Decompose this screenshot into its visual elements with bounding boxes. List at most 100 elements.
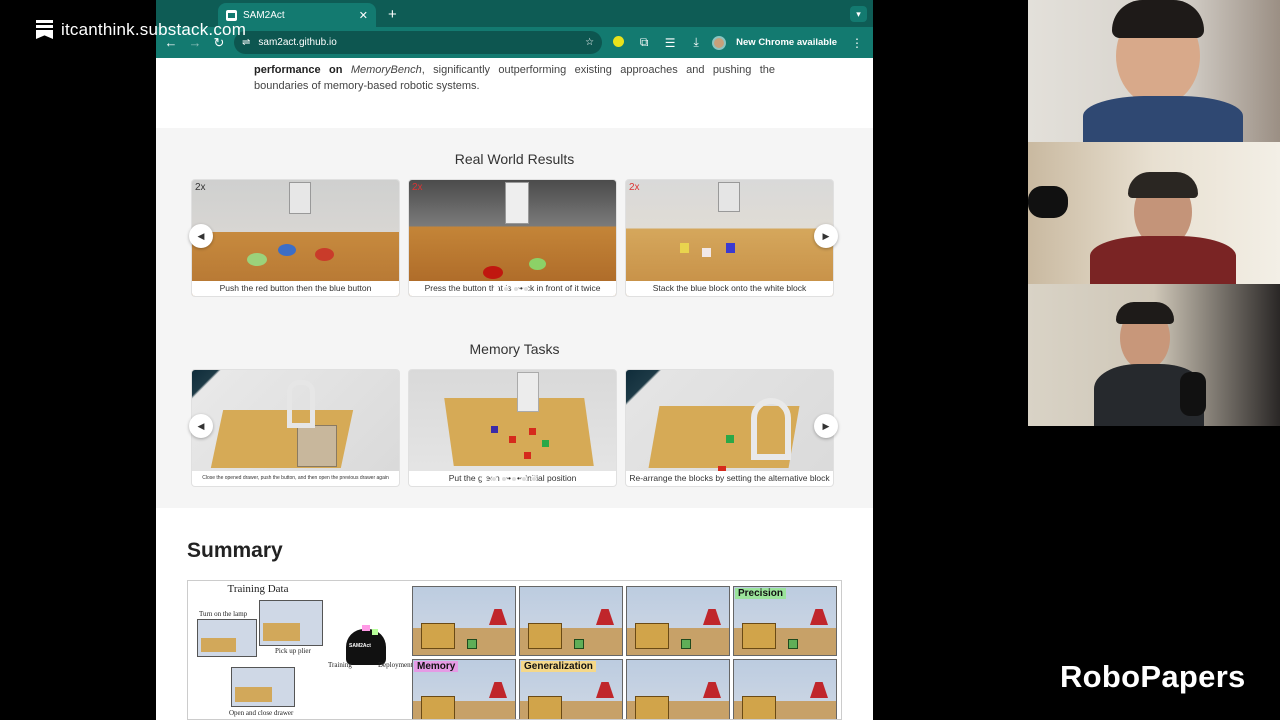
robot-arm — [751, 398, 791, 460]
carousel-dot[interactable] — [493, 286, 499, 292]
deploy-frame — [519, 586, 623, 656]
chrome-update-button[interactable]: New Chrome available — [732, 37, 841, 48]
task-label-drawer: Open and close drawer — [229, 709, 294, 717]
task-label-plier: Pick up plier — [275, 647, 311, 655]
block-prop — [542, 440, 549, 447]
participant-shirt — [1090, 236, 1236, 284]
deploy-frame-precision: Precision — [733, 586, 837, 656]
menu-kebab-icon[interactable]: ⋮ — [847, 36, 867, 50]
participant-hair — [1128, 172, 1198, 198]
training-thumb — [231, 667, 295, 707]
speed-label: 2x — [195, 182, 206, 193]
carousel-dots — [493, 286, 529, 292]
drawer-prop — [297, 425, 337, 467]
generalization-tag: Generalization — [521, 661, 596, 672]
real-world-video-3[interactable]: 2x Stack the blue block onto the white b… — [625, 179, 834, 297]
memory-tasks-carousel: Close the opened drawer, push the button… — [189, 369, 841, 487]
participant-video-2 — [1028, 142, 1280, 284]
deploy-frame — [412, 586, 516, 656]
carousel-dot[interactable] — [503, 286, 509, 292]
video-call-stage: itcanthink.substack.com SAM2Act ✕ + ▾ ← … — [0, 0, 1280, 720]
model-head-icon: SAM2Act — [346, 625, 386, 665]
participant-video-3 — [1028, 284, 1280, 426]
robot-gripper — [289, 182, 311, 214]
carousel-prev-button[interactable]: ◀ — [189, 224, 213, 248]
abstract-paragraph: performance on MemoryBench, significantl… — [254, 62, 775, 94]
training-thumb — [259, 600, 323, 646]
robopapers-brand: RoboPapers — [1060, 659, 1246, 694]
memory-video-3[interactable]: Re-arrange the blocks by setting the alt… — [625, 369, 834, 487]
training-data-label: Training Data — [227, 583, 289, 595]
training-thumb — [197, 619, 257, 657]
carousel-dot[interactable] — [491, 476, 497, 482]
memory-tasks-title: Memory Tasks — [469, 341, 560, 357]
browser-window: SAM2Act ✕ + ▾ ← → ↻ ⇌ sam2act.github.io … — [156, 0, 873, 720]
reading-list-icon[interactable]: ☰ — [660, 36, 680, 50]
extension-yellow-icon[interactable] — [608, 35, 628, 50]
yellow-block-prop — [680, 243, 689, 253]
new-tab-button[interactable]: + — [388, 6, 397, 23]
microphone — [1180, 372, 1206, 416]
substack-icon — [36, 20, 53, 40]
bookmark-star-icon[interactable]: ☆ — [585, 37, 594, 48]
tab-bar: SAM2Act ✕ + ▾ — [156, 0, 873, 27]
download-icon[interactable]: ⤓ — [686, 35, 706, 50]
extensions-puzzle-icon[interactable]: ⧉ — [634, 35, 654, 50]
model-name: SAM2Act — [349, 643, 371, 649]
tab-title: SAM2Act — [243, 9, 285, 21]
carousel-dot[interactable] — [531, 476, 537, 482]
real-world-video-1[interactable]: 2x Push the red button then the blue but… — [191, 179, 400, 297]
carousel-dot[interactable] — [513, 286, 519, 292]
memory-block-icon — [372, 629, 378, 635]
red-button-prop — [315, 248, 334, 261]
block-prop — [726, 435, 734, 443]
microphone — [1028, 186, 1068, 218]
deploy-frame — [733, 659, 837, 719]
real-world-video-2[interactable]: 2x Press the button that is ••••ck in fr… — [408, 179, 617, 297]
white-block-prop — [702, 248, 711, 257]
summary-heading: Summary — [187, 539, 283, 562]
carousel-dot[interactable] — [521, 476, 527, 482]
carousel-dot[interactable] — [501, 476, 507, 482]
block-prop — [509, 436, 516, 443]
speed-label: 2x — [629, 182, 640, 193]
video-caption: Close the opened drawer, push the button… — [192, 471, 399, 486]
carousel-dot[interactable] — [511, 476, 517, 482]
carousel-dot[interactable] — [523, 286, 529, 292]
profile-avatar[interactable] — [712, 35, 727, 50]
close-tab-icon[interactable]: ✕ — [359, 9, 368, 22]
green-button-prop — [247, 253, 267, 266]
block-prop — [529, 428, 536, 435]
speed-label: 2x — [412, 182, 423, 193]
carousel-dots — [481, 476, 537, 482]
blue-block-prop — [726, 243, 735, 253]
block-prop — [524, 452, 531, 459]
web-page: performance on MemoryBench, significantl… — [156, 58, 873, 720]
robot-gripper — [505, 182, 529, 224]
abstract-memorybench[interactable]: MemoryBench — [351, 64, 422, 76]
carousel-dot[interactable] — [481, 476, 487, 482]
carousel-next-button[interactable]: ▶ — [814, 224, 838, 248]
address-bar[interactable]: ⇌ sam2act.github.io ☆ — [234, 31, 603, 54]
participant-hair — [1116, 302, 1174, 324]
memory-video-1[interactable]: Close the opened drawer, push the button… — [191, 369, 400, 487]
robot-gripper — [718, 182, 740, 212]
tab-search-chevron-icon[interactable]: ▾ — [850, 6, 867, 22]
video-caption: Push the red button then the blue button — [192, 281, 399, 296]
summary-figure: Training Data Turn on the lamp Pick up p… — [187, 580, 842, 720]
url-text: sam2act.github.io — [258, 37, 337, 48]
carousel-next-button[interactable]: ▶ — [814, 414, 838, 438]
watermark: itcanthink.substack.com — [36, 20, 246, 40]
robot-arm — [287, 380, 315, 428]
video-caption: Stack the blue block onto the white bloc… — [626, 281, 833, 296]
participant-hair — [1112, 0, 1204, 38]
task-label-lamp: Turn on the lamp — [199, 610, 248, 618]
deploy-frame — [626, 586, 730, 656]
memory-video-2[interactable]: Put the green ••••••• initial position — [408, 369, 617, 487]
carousel-prev-button[interactable]: ◀ — [189, 414, 213, 438]
deploy-frame-memory: Memory — [412, 659, 516, 719]
blue-button-prop — [278, 244, 296, 256]
block-prop — [491, 426, 498, 433]
training-arrow-label: Training — [328, 661, 352, 669]
real-world-carousel: 2x Push the red button then the blue but… — [189, 179, 841, 297]
